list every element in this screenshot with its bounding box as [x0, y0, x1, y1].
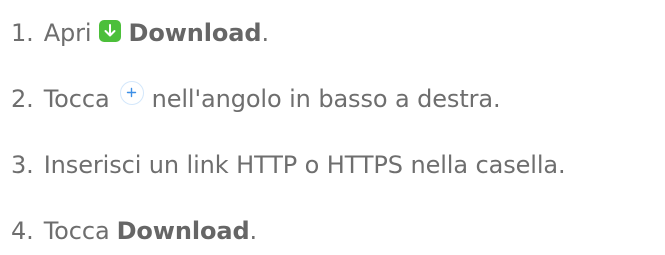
step-text: Apri	[43, 19, 92, 47]
step-text-after: nell'angolo in basso a destra.	[151, 85, 501, 113]
step-number: 3.	[11, 151, 34, 179]
step-text: Tocca	[43, 85, 110, 113]
step-text: Inserisci un link HTTP o HTTPS nella cas…	[43, 151, 566, 179]
download-app-name: Download	[128, 19, 262, 47]
step-4: 4. Tocca Download .	[11, 213, 257, 249]
download-label: Download	[116, 217, 250, 245]
step-punct: .	[249, 217, 258, 245]
step-number: 4.	[11, 217, 34, 245]
step-1: 1. Apri Download .	[11, 15, 269, 51]
step-number: 2.	[11, 85, 34, 113]
add-plus-icon	[119, 81, 144, 105]
step-number: 1.	[11, 19, 34, 47]
step-2: 2. Tocca nell'angolo in basso a destra.	[11, 81, 501, 117]
download-app-icon	[98, 20, 121, 42]
step-text: Tocca	[43, 217, 110, 245]
instruction-steps: 1. Apri Download . 2. Tocca nell'angolo …	[0, 0, 665, 255]
step-3: 3. Inserisci un link HTTP o HTTPS nella …	[11, 147, 566, 183]
step-punct: .	[261, 19, 269, 47]
